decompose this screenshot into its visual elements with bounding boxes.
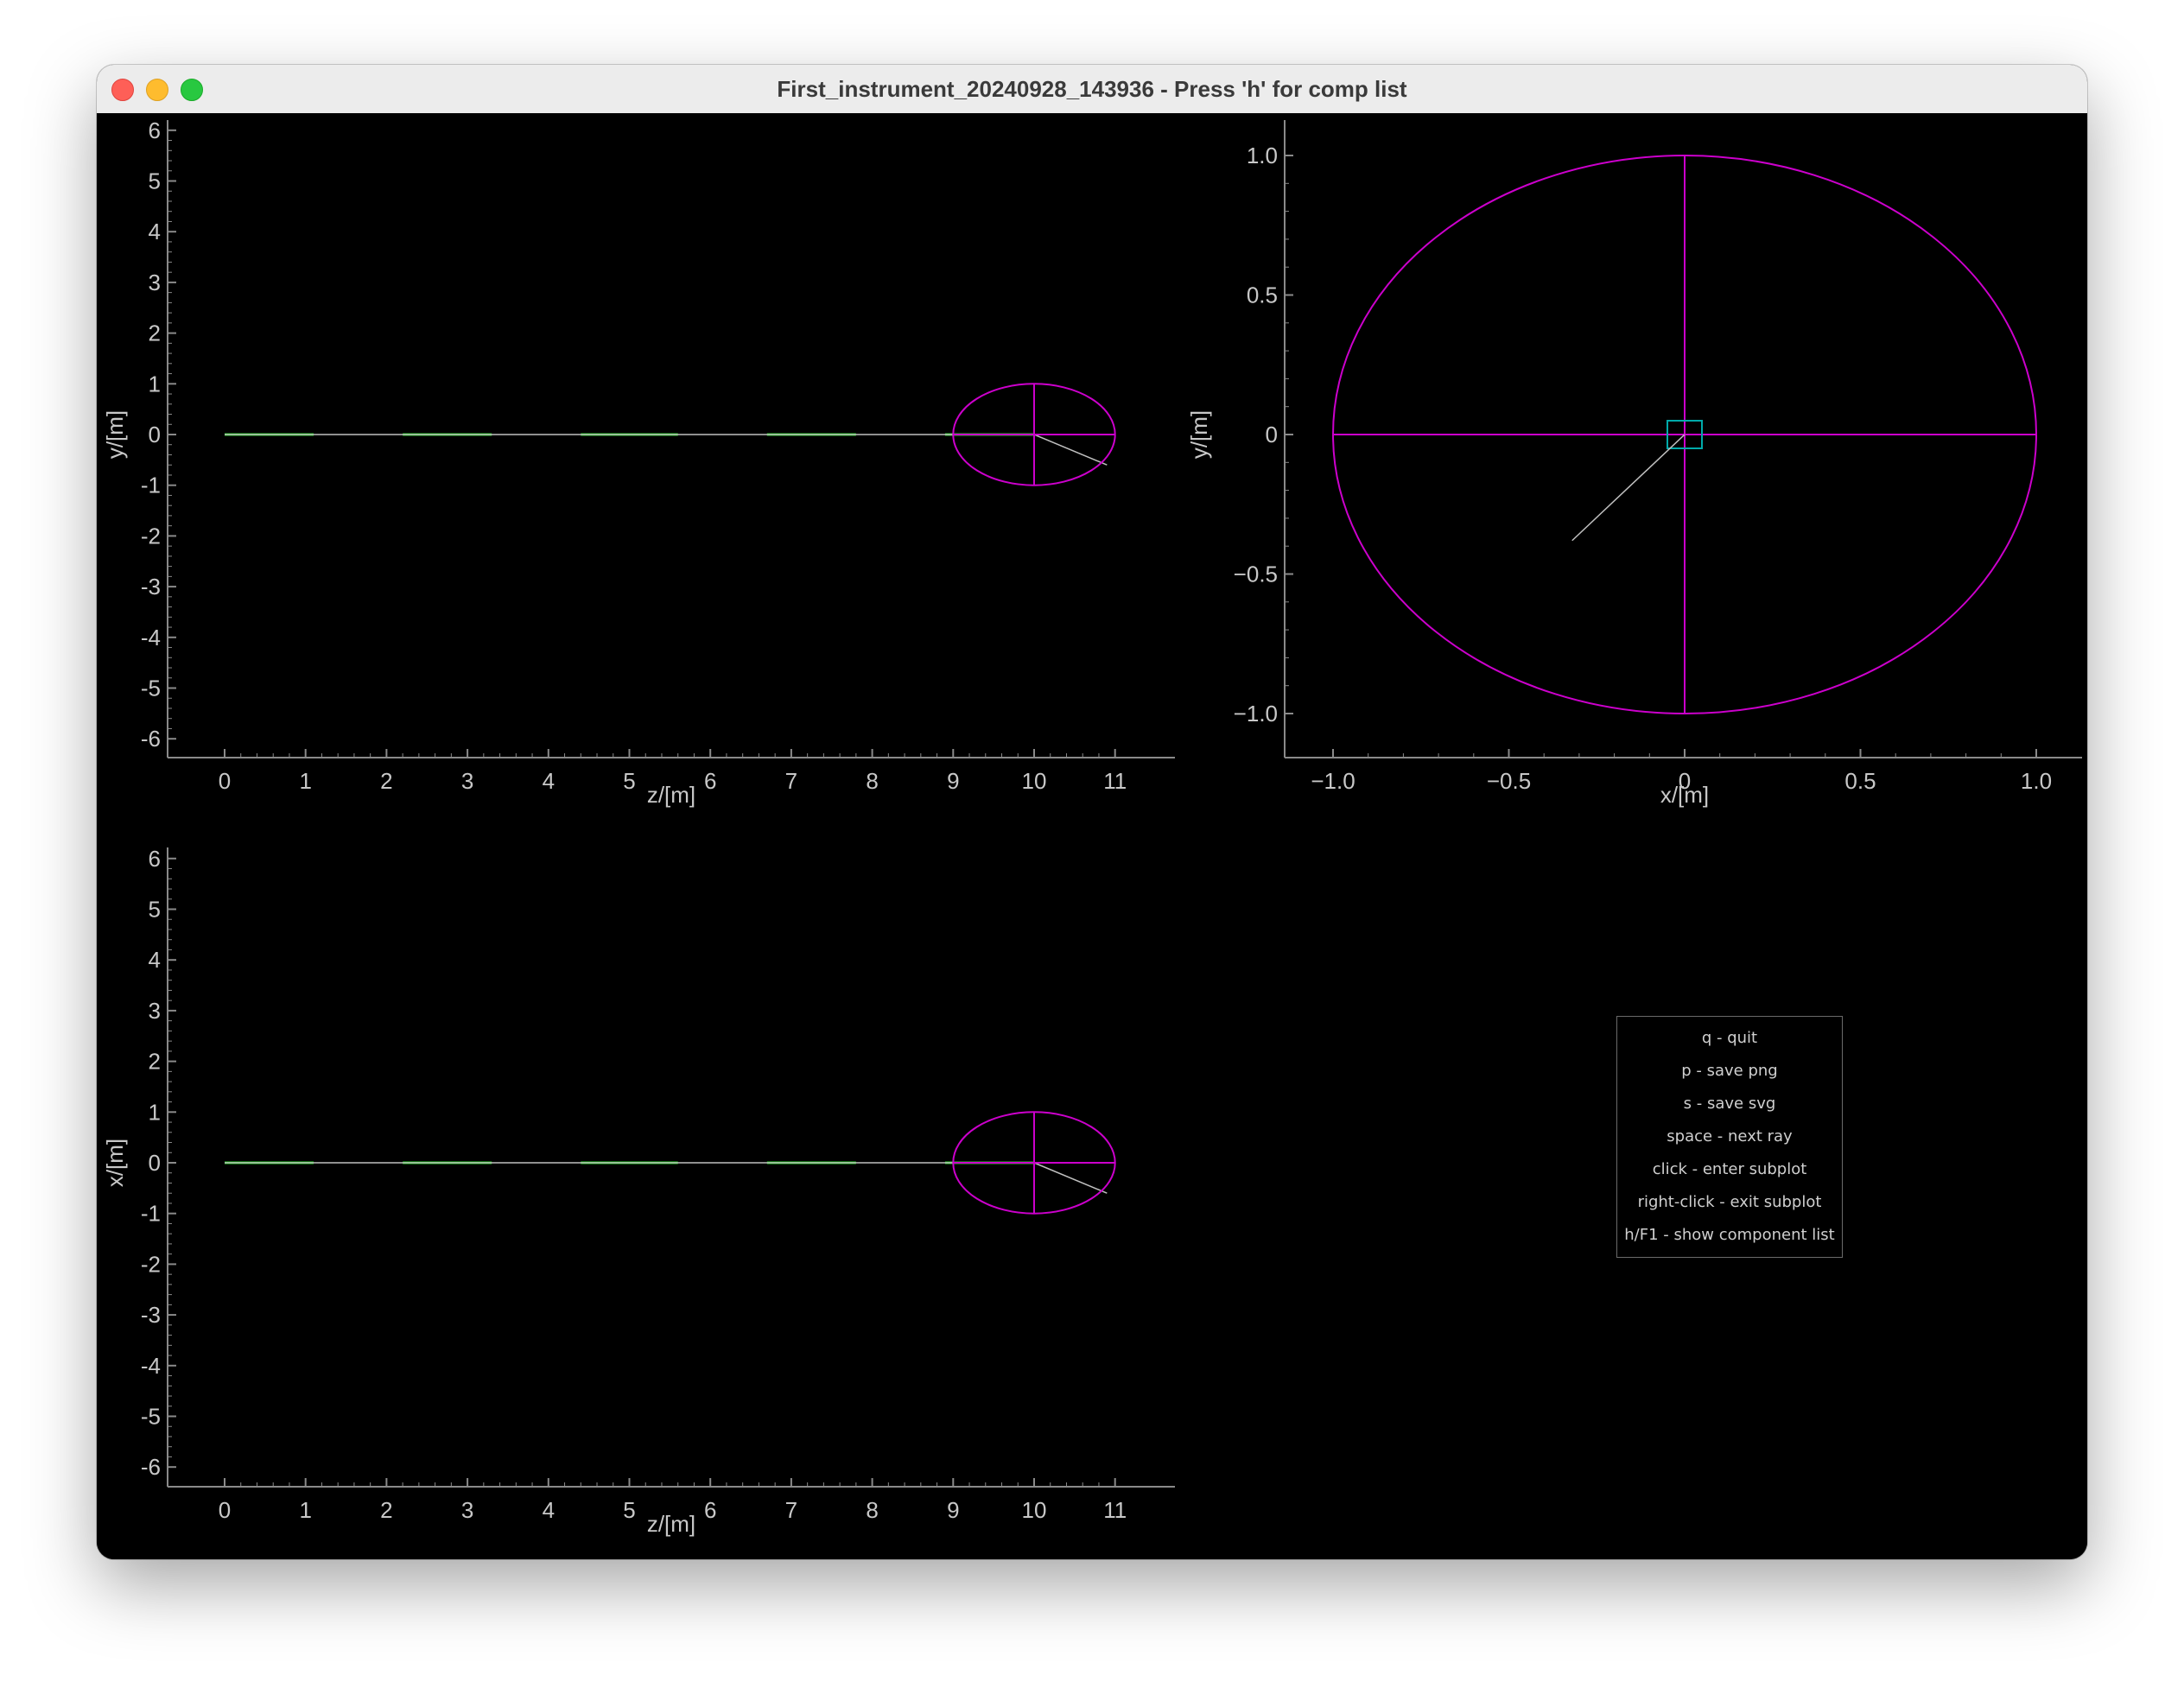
x-tick-label: 1.0 [2021, 768, 2052, 794]
x-tick-label: 6 [704, 768, 716, 794]
y-tick-label: -3 [141, 1302, 161, 1328]
y-tick-label: 3 [149, 270, 161, 295]
y-tick-label: -1 [141, 473, 161, 498]
x-tick-label: 10 [1022, 768, 1047, 794]
x-tick-label: 4 [543, 1497, 555, 1523]
x-tick-label: 8 [866, 768, 878, 794]
y-tick-label: -2 [141, 1251, 161, 1277]
y-tick-label: 6 [149, 117, 161, 143]
x-tick-label: 4 [543, 768, 555, 794]
x-tick-label: 11 [1103, 768, 1127, 794]
help-component-list: h/F1 - show component list [1624, 1226, 1835, 1244]
y-tick-label: -6 [141, 726, 161, 752]
x-tick-label: −1.0 [1311, 768, 1355, 794]
x-tick-label: 8 [866, 1497, 878, 1523]
x-tick-label: 1 [299, 1497, 311, 1523]
title-bar[interactable]: First_instrument_20240928_143936 - Press… [97, 65, 2087, 114]
ray-scatter [1033, 1162, 1108, 1194]
y-tick-label: -3 [141, 574, 161, 600]
y-tick-label: 5 [149, 897, 161, 923]
x-tick-label: 7 [785, 1497, 797, 1523]
x-tick-label: 0 [219, 768, 231, 794]
y-tick-label: 0 [149, 422, 161, 447]
y-axis-label: y/[m] [102, 410, 128, 459]
help-quit: q - quit [1701, 1029, 1758, 1047]
help-save-png: p - save png [1681, 1062, 1778, 1080]
x-tick-label: 5 [623, 1497, 635, 1523]
x-tick-label: 7 [785, 768, 797, 794]
x-tick-label: 3 [461, 1497, 473, 1523]
y-tick-label: −1.0 [1234, 701, 1278, 727]
x-axis-label: x/[m] [1660, 782, 1709, 808]
y-tick-label: 2 [149, 320, 161, 346]
ray-scatter [1571, 434, 1686, 542]
x-tick-label: 3 [461, 768, 473, 794]
y-tick-label: -2 [141, 523, 161, 549]
help-enter-subplot: click - enter subplot [1652, 1160, 1807, 1178]
y-tick-label: −0.5 [1234, 562, 1278, 587]
x-tick-label: 0.5 [1844, 768, 1876, 794]
y-tick-label: 1 [149, 371, 161, 397]
y-tick-label: -1 [141, 1201, 161, 1227]
x-axis-label: z/[m] [647, 1511, 695, 1537]
x-tick-label: 2 [380, 1497, 392, 1523]
plot-yz [167, 120, 1175, 758]
y-tick-label: 4 [149, 947, 161, 973]
plot-xz [167, 847, 1175, 1488]
y-tick-label: 0 [149, 1150, 161, 1176]
help-exit-subplot: right-click - exit subplot [1637, 1193, 1822, 1211]
x-axis-label: z/[m] [647, 782, 695, 808]
y-tick-label: 0.5 [1247, 282, 1278, 308]
keyboard-help-box: q - quit p - save png s - save svg space… [1616, 1016, 1843, 1258]
y-axis-label: y/[m] [1186, 410, 1212, 459]
x-tick-label: 2 [380, 768, 392, 794]
plot-canvas[interactable]: 0 1 2 3 4 5 6 7 8 9 10 11 6 5 4 3 2 1 0 -1 -2 -3 -4 -5 -6 z/[m] y/… [97, 113, 2087, 1559]
y-tick-label: 3 [149, 998, 161, 1024]
y-tick-label: 2 [149, 1049, 161, 1075]
y-tick-label: -5 [141, 1404, 161, 1430]
y-tick-label: -4 [141, 625, 161, 650]
help-save-svg: s - save svg [1683, 1095, 1776, 1113]
y-tick-label: 1.0 [1247, 143, 1278, 168]
x-tick-label: 9 [947, 768, 959, 794]
x-tick-label: 6 [704, 1497, 716, 1523]
y-tick-label: -5 [141, 676, 161, 701]
y-tick-label: 1 [149, 1099, 161, 1125]
y-tick-label: -4 [141, 1353, 161, 1379]
y-tick-label: 6 [149, 846, 161, 872]
y-axis-label: x/[m] [102, 1139, 128, 1187]
x-tick-label: 1 [299, 768, 311, 794]
x-tick-label: 9 [947, 1497, 959, 1523]
instrument-plots[interactable]: 0 1 2 3 4 5 6 7 8 9 10 116543210-1-2-3-4-5-6z/[m]y/… [97, 113, 2087, 1559]
y-tick-label: 4 [149, 219, 161, 244]
y-tick-label: -6 [141, 1454, 161, 1480]
y-tick-label: 0 [1266, 422, 1278, 447]
x-tick-label: 5 [623, 768, 635, 794]
x-tick-label: −0.5 [1487, 768, 1531, 794]
x-tick-label: 11 [1103, 1497, 1127, 1523]
y-tick-label: 5 [149, 168, 161, 194]
x-tick-label: 0 [219, 1497, 231, 1523]
window-title: First_instrument_20240928_143936 - Press… [777, 76, 1407, 102]
ray-scatter [1033, 434, 1108, 466]
app-window: First_instrument_20240928_143936 - Press… [97, 65, 2087, 1559]
help-next-ray: space - next ray [1667, 1127, 1793, 1145]
plot-xy [1284, 120, 2082, 758]
x-tick-label: 10 [1022, 1497, 1047, 1523]
